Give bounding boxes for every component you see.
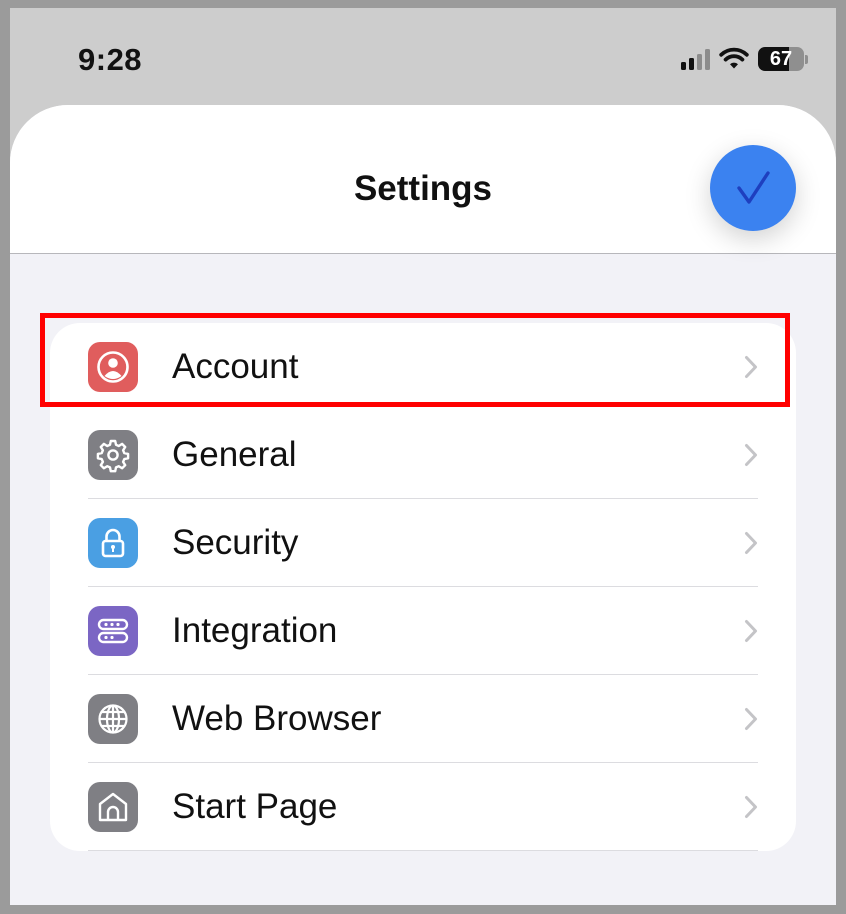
highlight-box — [40, 313, 790, 407]
sheet-header: Settings — [10, 105, 836, 254]
settings-item-web-browser[interactable]: Web Browser — [50, 675, 796, 763]
settings-item-start-page[interactable]: Start Page — [50, 763, 796, 851]
lock-icon — [88, 518, 138, 568]
phone-screen: 9:28 67 Settings Account General Securit… — [10, 8, 836, 905]
gear-icon — [88, 430, 138, 480]
chevron-right-icon — [745, 444, 757, 466]
settings-item-security[interactable]: Security — [50, 499, 796, 587]
home-icon — [88, 782, 138, 832]
done-button[interactable] — [710, 145, 796, 231]
settings-item-label: Web Browser — [172, 699, 382, 738]
chevron-right-icon — [745, 796, 757, 818]
settings-item-label: Start Page — [172, 787, 338, 826]
chevron-right-icon — [745, 532, 757, 554]
chevron-right-icon — [745, 708, 757, 730]
status-time: 9:28 — [78, 42, 143, 77]
settings-item-integration[interactable]: Integration — [50, 587, 796, 675]
chevron-right-icon — [745, 620, 757, 642]
checkmark-icon — [737, 171, 770, 204]
globe-icon — [88, 694, 138, 744]
settings-item-label: Integration — [172, 611, 338, 650]
settings-item-label: Security — [172, 523, 299, 562]
settings-item-general[interactable]: General — [50, 411, 796, 499]
settings-sheet: Settings Account General Security Integr… — [10, 105, 836, 905]
cellular-signal-icon — [681, 48, 710, 70]
wifi-icon — [719, 47, 749, 69]
settings-item-label: General — [172, 435, 297, 474]
row-divider — [88, 849, 758, 851]
server-rack-icon — [88, 606, 138, 656]
battery-level: 67 — [769, 47, 793, 70]
battery-icon: 67 — [758, 46, 808, 72]
status-icons: 67 — [681, 44, 808, 74]
